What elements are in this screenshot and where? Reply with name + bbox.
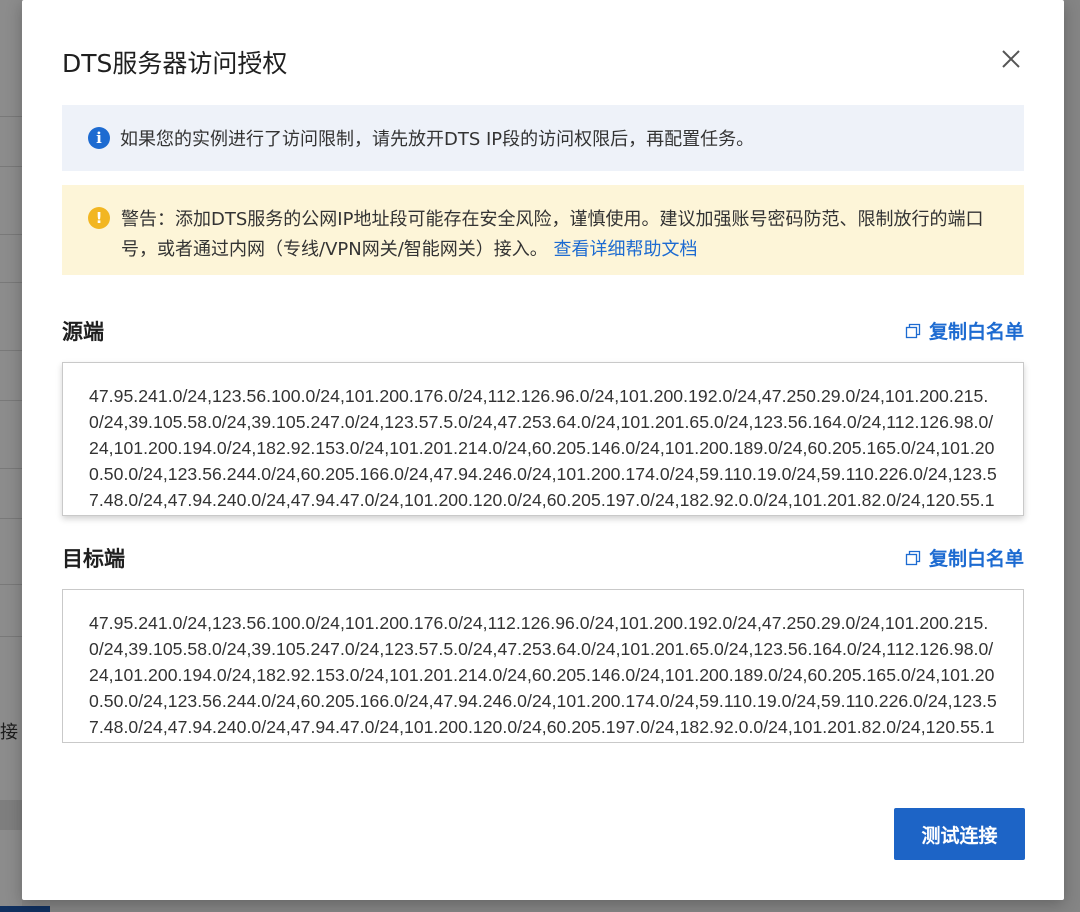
copy-source-whitelist-label: 复制白名单 — [928, 321, 1024, 343]
close-button[interactable] — [998, 46, 1024, 72]
source-ip-text: 47.95.241.0/24,123.56.100.0/24,101.200.1… — [89, 386, 997, 510]
copy-icon — [905, 550, 921, 565]
target-ip-textarea[interactable]: 47.95.241.0/24,123.56.100.0/24,101.200.1… — [62, 589, 1024, 743]
dialog-title: DTS服务器访问授权 — [62, 49, 288, 78]
copy-icon — [905, 323, 921, 338]
target-ip-text: 47.95.241.0/24,123.56.100.0/24,101.200.1… — [89, 613, 997, 737]
warning-icon: ! — [88, 207, 110, 229]
warning-alert-text: 警告：添加DTS服务的公网IP地址段可能存在安全风险，谨慎使用。建议加强账号密码… — [121, 205, 994, 265]
close-icon — [1002, 50, 1020, 68]
dts-authorization-dialog: DTS服务器访问授权 i 如果您的实例进行了访问限制，请先放开DTS IP段的访… — [22, 0, 1064, 900]
test-connection-button[interactable]: 测试连接 — [894, 808, 1025, 860]
info-alert: i 如果您的实例进行了访问限制，请先放开DTS IP段的访问权限后，再配置任务。 — [62, 105, 1024, 171]
info-icon: i — [88, 127, 110, 149]
copy-target-whitelist-button[interactable]: 复制白名单 — [905, 544, 1024, 571]
target-label: 目标端 — [62, 547, 125, 571]
copy-source-whitelist-button[interactable]: 复制白名单 — [905, 317, 1024, 344]
source-ip-textarea[interactable]: 47.95.241.0/24,123.56.100.0/24,101.200.1… — [62, 362, 1024, 516]
warning-text: 警告：添加DTS服务的公网IP地址段可能存在安全风险，谨慎使用。建议加强账号密码… — [121, 209, 984, 260]
source-label: 源端 — [62, 320, 104, 344]
copy-target-whitelist-label: 复制白名单 — [928, 548, 1024, 570]
help-doc-link[interactable]: 查看详细帮助文档 — [554, 239, 698, 260]
warning-alert: ! 警告：添加DTS服务的公网IP地址段可能存在安全风险，谨慎使用。建议加强账号… — [62, 185, 1024, 275]
info-alert-text: 如果您的实例进行了访问限制，请先放开DTS IP段的访问权限后，再配置任务。 — [120, 129, 755, 150]
